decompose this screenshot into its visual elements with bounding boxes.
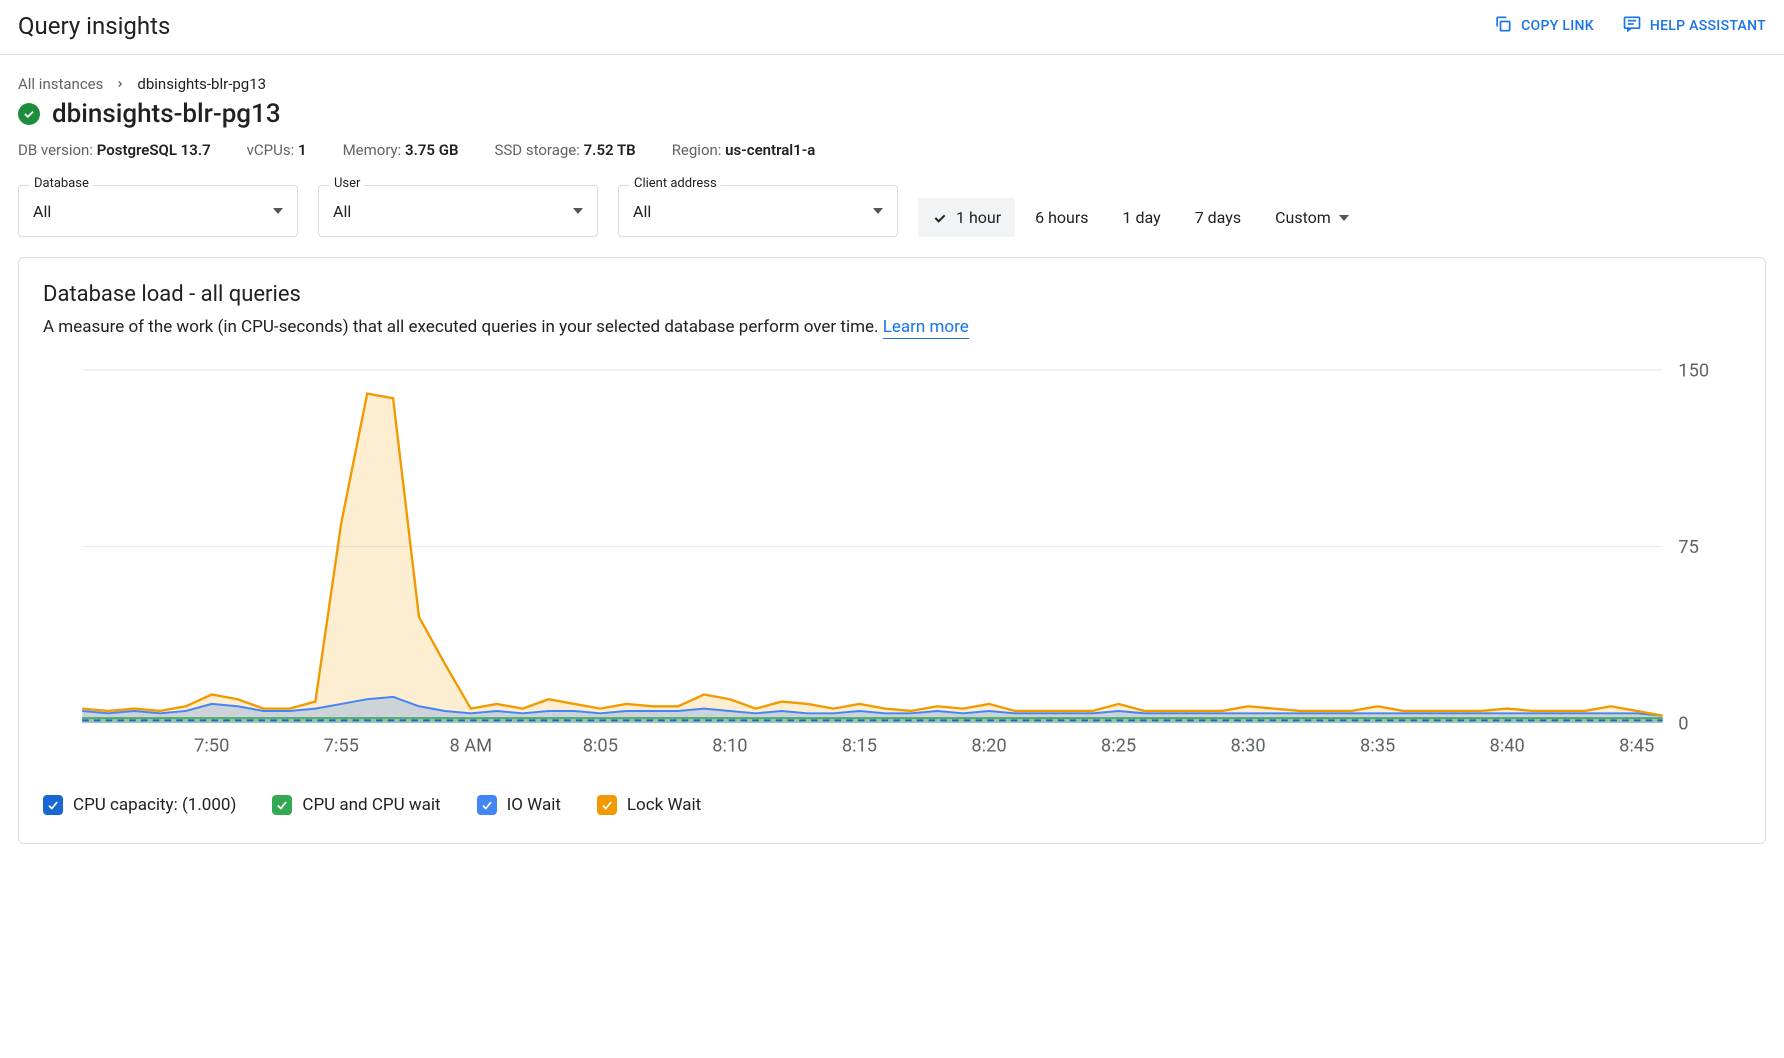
- svg-text:8:25: 8:25: [1101, 735, 1136, 756]
- ssd-value: 7.52 TB: [584, 141, 636, 159]
- legend-label: CPU and CPU wait: [302, 795, 440, 815]
- status-ok-icon: [18, 103, 40, 125]
- vcpus-value: 1: [298, 141, 307, 159]
- ssd-label: SSD storage:: [494, 141, 579, 159]
- svg-text:8:40: 8:40: [1490, 735, 1525, 756]
- time-range-1hour[interactable]: 1 hour: [918, 198, 1015, 237]
- legend-lock-wait[interactable]: Lock Wait: [597, 795, 701, 815]
- card-title: Database load - all queries: [43, 282, 1741, 307]
- user-select[interactable]: User All: [318, 185, 598, 237]
- svg-text:8:15: 8:15: [842, 735, 877, 756]
- chevron-down-icon: [873, 208, 883, 214]
- legend-swatch-icon: [477, 795, 497, 815]
- svg-text:0: 0: [1678, 713, 1688, 734]
- time-range-custom[interactable]: Custom: [1261, 198, 1363, 237]
- breadcrumb-root[interactable]: All instances: [18, 75, 103, 93]
- breadcrumb-current: dbinsights-blr-pg13: [137, 75, 266, 93]
- legend-io-wait[interactable]: IO Wait: [477, 795, 561, 815]
- chevron-down-icon: [273, 208, 283, 214]
- page-title: Query insights: [18, 12, 170, 40]
- time-range-1day[interactable]: 1 day: [1109, 198, 1175, 237]
- db-version-value: PostgreSQL 13.7: [97, 141, 211, 159]
- client-address-select-value: All: [633, 202, 651, 221]
- region-label: Region:: [672, 141, 722, 159]
- legend-swatch-icon: [43, 795, 63, 815]
- chevron-down-icon: [573, 208, 583, 214]
- svg-text:8:05: 8:05: [583, 735, 618, 756]
- time-range-6hours[interactable]: 6 hours: [1021, 198, 1102, 237]
- chevron-right-icon: [115, 75, 125, 93]
- legend-label: Lock Wait: [627, 795, 701, 815]
- help-assistant-label: HELP ASSISTANT: [1650, 18, 1766, 34]
- copy-icon: [1493, 14, 1513, 38]
- legend-swatch-icon: [597, 795, 617, 815]
- user-select-value: All: [333, 202, 351, 221]
- instance-name: dbinsights-blr-pg13: [52, 99, 281, 129]
- svg-text:8:10: 8:10: [712, 735, 747, 756]
- top-actions: COPY LINK HELP ASSISTANT: [1493, 14, 1766, 38]
- database-load-chart: 0 75 150 7:50 7:55 8 AM 8:05 8:10 8:15 8:20 8:25 8:…: [43, 357, 1741, 775]
- chat-icon: [1622, 14, 1642, 38]
- user-select-label: User: [330, 176, 364, 191]
- vcpus-label: vCPUs:: [247, 141, 295, 159]
- svg-text:7:55: 7:55: [324, 735, 359, 756]
- legend-cpu-capacity[interactable]: CPU capacity: (1.000): [43, 795, 236, 815]
- copy-link-button[interactable]: COPY LINK: [1493, 14, 1594, 38]
- database-load-card: Database load - all queries A measure of…: [18, 257, 1766, 844]
- check-icon: [932, 210, 948, 226]
- legend-cpu-wait[interactable]: CPU and CPU wait: [272, 795, 440, 815]
- time-range: 1 hour 6 hours 1 day 7 days Custom: [918, 198, 1363, 237]
- memory-value: 3.75 GB: [405, 141, 458, 159]
- legend-label: IO Wait: [507, 795, 561, 815]
- client-address-select[interactable]: Client address All: [618, 185, 898, 237]
- legend-label: CPU capacity: (1.000): [73, 795, 236, 815]
- svg-text:8:30: 8:30: [1230, 735, 1265, 756]
- client-address-select-label: Client address: [630, 176, 721, 191]
- svg-text:8:35: 8:35: [1360, 735, 1395, 756]
- time-range-label: 1 hour: [956, 208, 1001, 227]
- help-assistant-button[interactable]: HELP ASSISTANT: [1622, 14, 1766, 38]
- database-select-value: All: [33, 202, 51, 221]
- time-range-7days[interactable]: 7 days: [1181, 198, 1255, 237]
- chevron-down-icon: [1339, 215, 1349, 221]
- svg-text:75: 75: [1678, 537, 1699, 558]
- instance-specs: DB version: PostgreSQL 13.7 vCPUs: 1 Mem…: [18, 141, 1766, 159]
- svg-text:8:20: 8:20: [971, 735, 1006, 756]
- time-range-custom-label: Custom: [1275, 208, 1331, 227]
- card-description: A measure of the work (in CPU-seconds) t…: [43, 317, 1741, 337]
- svg-text:150: 150: [1678, 361, 1709, 382]
- region-value: us-central1-a: [725, 141, 815, 159]
- svg-text:8 AM: 8 AM: [449, 735, 492, 756]
- breadcrumb: All instances dbinsights-blr-pg13: [18, 75, 1766, 93]
- memory-label: Memory:: [343, 141, 402, 159]
- svg-text:7:50: 7:50: [194, 735, 229, 756]
- db-version-label: DB version:: [18, 141, 93, 159]
- copy-link-label: COPY LINK: [1521, 18, 1594, 34]
- learn-more-link[interactable]: Learn more: [883, 317, 969, 339]
- svg-text:8:45: 8:45: [1619, 735, 1654, 756]
- legend-swatch-icon: [272, 795, 292, 815]
- database-select[interactable]: Database All: [18, 185, 298, 237]
- database-select-label: Database: [30, 176, 93, 191]
